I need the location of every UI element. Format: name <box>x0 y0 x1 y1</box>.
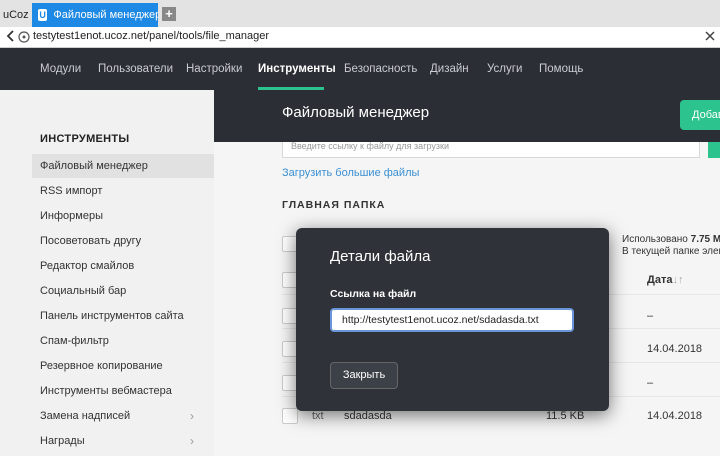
sort-icon: ↓↑ <box>672 274 684 286</box>
sidebar-item-awards[interactable]: Награды › <box>32 429 214 453</box>
row-checkbox[interactable] <box>282 408 298 424</box>
row-date: – <box>647 377 654 389</box>
sidebar-item-smiles-editor[interactable]: Редактор смайлов <box>32 254 214 278</box>
upload-large-files-link[interactable]: Загрузить большие файлы <box>282 167 419 179</box>
sidebar-item-label: Награды <box>40 435 85 447</box>
folder-title: ГЛАВНАЯ ПАПКА <box>282 199 386 211</box>
modal-title: Детали файла <box>330 248 431 265</box>
nav-item-design[interactable]: Дизайн <box>430 63 469 75</box>
url-input[interactable]: testytest1enot.ucoz.net/panel/tools/file… <box>33 30 269 42</box>
back-arrow-icon[interactable] <box>3 29 18 44</box>
sidebar: ИНСТРУМЕНТЫ Файловый менеджер RSS импорт… <box>0 90 214 456</box>
upload-button[interactable] <box>708 142 720 158</box>
usage-line2: В текущей папке элем <box>622 246 720 257</box>
sidebar-item-webmaster-tools[interactable]: Инструменты вебмастера <box>32 379 214 403</box>
nav-item-services[interactable]: Услуги <box>487 63 522 75</box>
file-link-label: Ссылка на файл <box>330 288 417 300</box>
page-title: Файловый менеджер <box>282 104 430 121</box>
browser-tab-bar: uCoz U Файловый менеджер – Ин + <box>0 0 720 27</box>
sidebar-item-label: Замена надписей <box>40 410 131 422</box>
sidebar-title: ИНСТРУМЕНТЫ <box>40 133 130 145</box>
close-icon[interactable] <box>704 30 716 42</box>
close-button[interactable]: Закрыть <box>330 362 398 389</box>
date-header-label: Дата <box>647 274 673 286</box>
sidebar-item-backup[interactable]: Резервное копирование <box>32 354 214 378</box>
row-date: – <box>647 310 654 322</box>
add-button[interactable]: Добав <box>680 100 720 130</box>
file-details-modal: Детали файла Ссылка на файл http://testy… <box>296 228 609 411</box>
browser-tab-title: Файловый менеджер – Ин <box>53 9 158 21</box>
sidebar-item-text-replace[interactable]: Замена надписей › <box>32 404 214 428</box>
file-size: 11.5 KB <box>546 410 585 422</box>
browser-tab-active[interactable]: U Файловый менеджер – Ин <box>32 3 158 27</box>
chevron-right-icon: › <box>190 434 194 448</box>
address-bar: testytest1enot.ucoz.net/panel/tools/file… <box>0 27 720 48</box>
top-navigation: Модули Пользователи Настройки Инструмент… <box>0 48 720 90</box>
nav-item-modules[interactable]: Модули <box>40 63 81 75</box>
storage-usage: Использовано 7.75 Mb В текущей папке эле… <box>622 234 720 258</box>
new-tab-button[interactable]: + <box>162 7 176 21</box>
sidebar-item-recommend[interactable]: Посоветовать другу <box>32 229 214 253</box>
nav-item-settings[interactable]: Настройки <box>186 63 242 75</box>
upload-url-input[interactable]: Введите ссылку к файлу для загрузки <box>282 142 700 158</box>
sidebar-item-spam-filter[interactable]: Спам-фильтр <box>32 329 214 353</box>
browser-tab-inactive[interactable]: uCoz <box>0 4 30 27</box>
chevron-right-icon: › <box>190 409 194 423</box>
site-info-icon[interactable] <box>18 31 30 43</box>
sidebar-item-informers[interactable]: Информеры <box>32 204 214 228</box>
sidebar-item-file-manager[interactable]: Файловый менеджер <box>32 154 214 178</box>
nav-item-users[interactable]: Пользователи <box>98 63 173 75</box>
column-header-date[interactable]: Дата↓↑ <box>647 274 683 286</box>
sidebar-item-site-toolbar[interactable]: Панель инструментов сайта <box>32 304 214 328</box>
usage-prefix: Использовано <box>622 234 688 245</box>
row-date: 14.04.2018 <box>647 410 703 422</box>
file-name[interactable]: sdadasda <box>344 410 392 422</box>
sidebar-item-social-bar[interactable]: Социальный бар <box>32 279 214 303</box>
file-extension: txt <box>312 410 324 422</box>
nav-item-help[interactable]: Помощь <box>539 63 583 75</box>
nav-item-security[interactable]: Безопасность <box>344 63 417 75</box>
content-header: Файловый менеджер Добав <box>214 90 720 142</box>
file-link-input[interactable]: http://testytest1enot.ucoz.net/sdadasda.… <box>330 308 574 332</box>
ucoz-favicon-icon: U <box>38 9 48 21</box>
nav-item-tools[interactable]: Инструменты <box>258 63 336 75</box>
sidebar-item-rss-import[interactable]: RSS импорт <box>32 179 214 203</box>
row-date: 14.04.2018 <box>647 343 703 355</box>
usage-value: 7.75 Mb <box>690 234 720 245</box>
